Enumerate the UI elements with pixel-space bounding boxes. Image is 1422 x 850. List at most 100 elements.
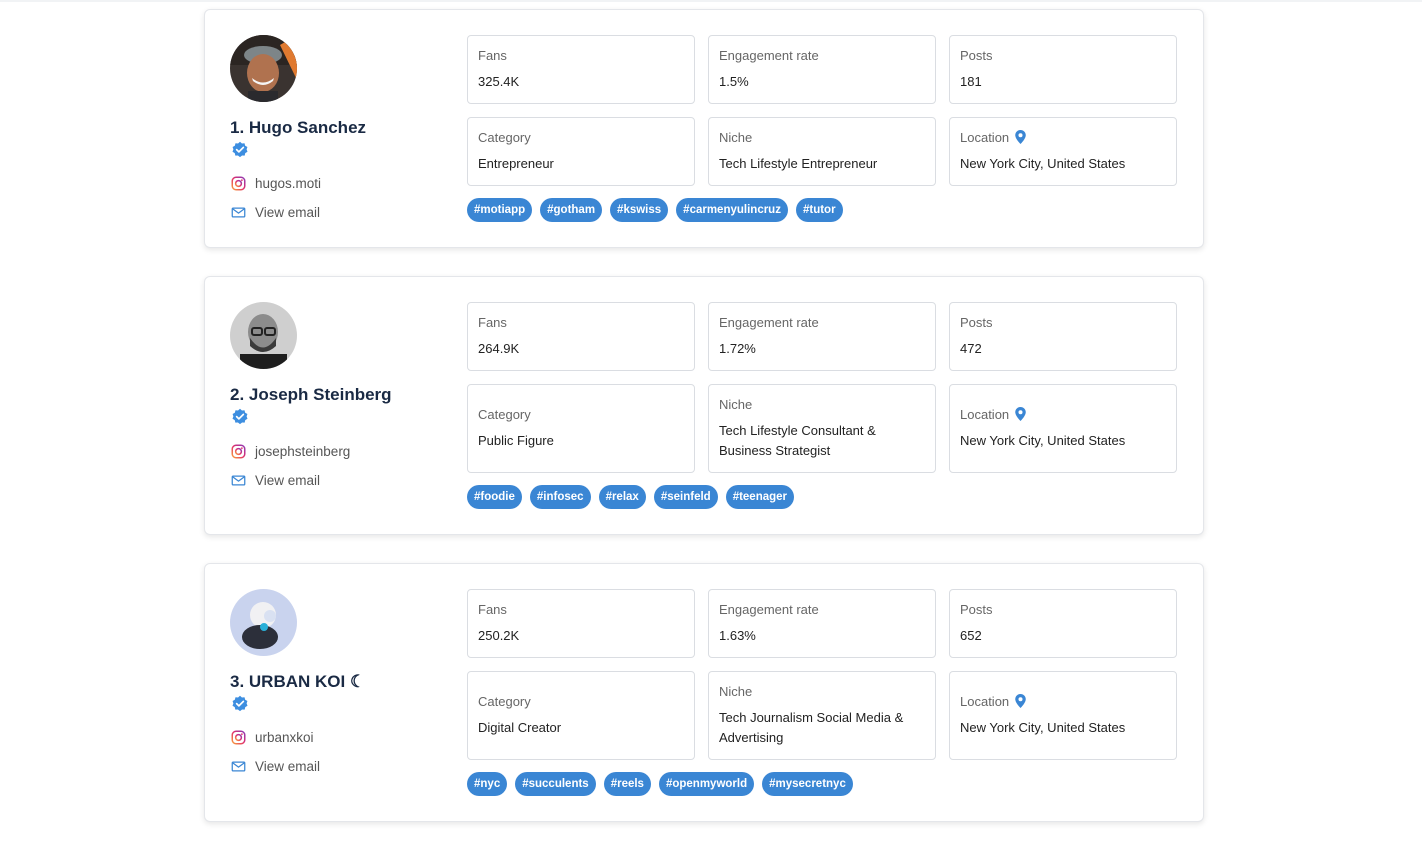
fans-stat: Fans 250.2K — [467, 589, 695, 658]
engagement-label: Engagement rate — [719, 314, 819, 330]
category-stat: Category Digital Creator — [467, 671, 695, 760]
instagram-icon — [231, 176, 246, 191]
influencer-name[interactable]: 2. Joseph Steinberg — [230, 385, 392, 405]
hashtag-chip[interactable]: #motiapp — [467, 198, 533, 222]
hashtag-chip[interactable]: #succulents — [515, 772, 596, 796]
location-stat: Location New York City, United States — [949, 384, 1177, 473]
map-pin-icon — [1015, 407, 1026, 421]
instagram-handle-row[interactable]: urbanxkoi — [231, 730, 314, 745]
engagement-value: 1.72% — [719, 340, 756, 356]
verified-badge-icon — [232, 695, 248, 712]
instagram-icon — [231, 730, 246, 745]
instagram-icon — [231, 444, 246, 459]
avatar[interactable] — [230, 35, 297, 102]
posts-value: 472 — [960, 340, 982, 356]
hashtag-list: #nyc #succulents #reels #openmyworld #my… — [467, 772, 853, 796]
niche-label: Niche — [719, 129, 753, 145]
hashtag-chip[interactable]: #infosec — [529, 485, 591, 509]
hashtag-chip[interactable]: #relax — [598, 485, 646, 509]
influencer-list: 1. Hugo Sanchez hugos.moti View email Fa… — [204, 9, 1204, 850]
posts-value: 181 — [960, 73, 982, 89]
posts-stat: Posts 472 — [949, 302, 1177, 371]
influencer-card: 3. URBAN KOI ☾ urbanxkoi View email Fans… — [204, 563, 1204, 822]
hashtag-chip[interactable]: #seinfeld — [653, 485, 718, 509]
posts-label: Posts — [960, 47, 993, 63]
instagram-handle-row[interactable]: hugos.moti — [231, 176, 321, 191]
instagram-handle[interactable]: urbanxkoi — [255, 730, 314, 745]
niche-stat: Niche Tech Journalism Social Media & Adv… — [708, 671, 936, 760]
posts-stat: Posts 181 — [949, 35, 1177, 104]
location-value: New York City, United States — [960, 719, 1126, 735]
view-email-label[interactable]: View email — [255, 205, 320, 220]
category-value: Public Figure — [478, 432, 554, 448]
category-stat: Category Entrepreneur — [467, 117, 695, 186]
influencer-name[interactable]: 3. URBAN KOI ☾ — [230, 672, 365, 692]
location-stat: Location New York City, United States — [949, 671, 1177, 760]
influencer-card: 1. Hugo Sanchez hugos.moti View email Fa… — [204, 9, 1204, 248]
instagram-handle-row[interactable]: josephsteinberg — [231, 444, 350, 459]
hashtag-chip[interactable]: #openmyworld — [658, 772, 755, 796]
hashtag-list: #foodie #infosec #relax #seinfeld #teena… — [467, 485, 795, 509]
hashtag-chip[interactable]: #tutor — [795, 198, 843, 222]
hashtag-chip[interactable]: #mysecretnyc — [762, 772, 853, 796]
fans-label: Fans — [478, 601, 507, 617]
verified-badge-icon — [232, 408, 248, 425]
hashtag-chip[interactable]: #kswiss — [610, 198, 669, 222]
hashtag-chip[interactable]: #gotham — [540, 198, 603, 222]
engagement-stat: Engagement rate 1.5% — [708, 35, 936, 104]
view-email-label[interactable]: View email — [255, 473, 320, 488]
posts-label: Posts — [960, 601, 993, 617]
avatar[interactable] — [230, 589, 297, 656]
hashtag-chip[interactable]: #reels — [603, 772, 651, 796]
fans-value: 264.9K — [478, 340, 520, 356]
top-divider — [0, 0, 1422, 2]
view-email-link[interactable]: View email — [231, 473, 320, 488]
hashtag-chip[interactable]: #nyc — [467, 772, 508, 796]
fans-value: 250.2K — [478, 627, 520, 643]
engagement-stat: Engagement rate 1.63% — [708, 589, 936, 658]
hashtag-chip[interactable]: #foodie — [467, 485, 522, 509]
engagement-label: Engagement rate — [719, 601, 819, 617]
influencer-name[interactable]: 1. Hugo Sanchez — [230, 118, 366, 138]
fans-value: 325.4K — [478, 73, 520, 89]
category-label: Category — [478, 406, 531, 422]
fans-stat: Fans 264.9K — [467, 302, 695, 371]
view-email-link[interactable]: View email — [231, 759, 320, 774]
location-value: New York City, United States — [960, 432, 1126, 448]
posts-label: Posts — [960, 314, 993, 330]
niche-value: Tech Journalism Social Media & Advertisi… — [719, 709, 904, 745]
verified-badge-icon — [232, 141, 248, 158]
niche-label: Niche — [719, 683, 753, 699]
envelope-icon — [231, 207, 246, 218]
hashtag-list: #motiapp #gotham #kswiss #carmenyulincru… — [467, 198, 843, 222]
envelope-icon — [231, 475, 246, 486]
niche-stat: Niche Tech Lifestyle Consultant & Busine… — [708, 384, 936, 473]
category-label: Category — [478, 129, 531, 145]
avatar[interactable] — [230, 302, 297, 369]
posts-stat: Posts 652 — [949, 589, 1177, 658]
hashtag-chip[interactable]: #teenager — [725, 485, 795, 509]
niche-value: Tech Lifestyle Consultant & Business Str… — [719, 422, 876, 458]
niche-stat: Niche Tech Lifestyle Entrepreneur — [708, 117, 936, 186]
map-pin-icon — [1015, 694, 1026, 708]
posts-value: 652 — [960, 627, 982, 643]
location-label: Location — [960, 129, 1010, 145]
fans-label: Fans — [478, 47, 507, 63]
engagement-stat: Engagement rate 1.72% — [708, 302, 936, 371]
category-label: Category — [478, 693, 531, 709]
engagement-value: 1.63% — [719, 627, 756, 643]
hashtag-chip[interactable]: #carmenyulincruz — [676, 198, 788, 222]
instagram-handle[interactable]: hugos.moti — [255, 176, 321, 191]
view-email-link[interactable]: View email — [231, 205, 320, 220]
fans-label: Fans — [478, 314, 507, 330]
envelope-icon — [231, 761, 246, 772]
fans-stat: Fans 325.4K — [467, 35, 695, 104]
location-label: Location — [960, 693, 1010, 709]
location-value: New York City, United States — [960, 155, 1126, 171]
category-value: Entrepreneur — [478, 155, 554, 171]
instagram-handle[interactable]: josephsteinberg — [255, 444, 350, 459]
location-label: Location — [960, 406, 1010, 422]
view-email-label[interactable]: View email — [255, 759, 320, 774]
category-value: Digital Creator — [478, 719, 562, 735]
niche-label: Niche — [719, 396, 753, 412]
